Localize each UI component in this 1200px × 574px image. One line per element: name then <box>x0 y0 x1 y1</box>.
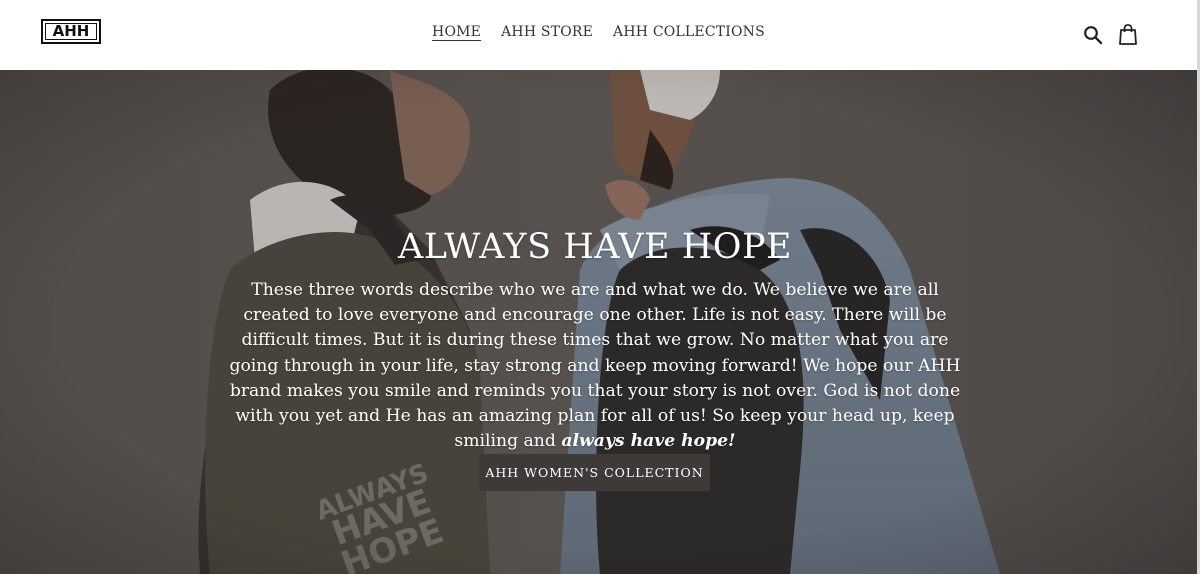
hero-banner: ALWAYS HAVE HOPE ALWAYS HAVE HOPE These … <box>0 70 1197 574</box>
hero-title: ALWAYS HAVE HOPE <box>397 227 793 267</box>
nav-ahh-collections[interactable]: AHH COLLECTIONS <box>613 24 765 42</box>
hero-description-main: These three words describe who we are an… <box>229 280 961 452</box>
nav-home[interactable]: HOME <box>432 24 481 42</box>
search-icon[interactable] <box>1083 25 1103 45</box>
nav-ahh-store[interactable]: AHH STORE <box>501 24 593 42</box>
shopping-bag-icon[interactable] <box>1118 24 1138 45</box>
main-nav: HOME AHH STORE AHH COLLECTIONS <box>0 24 1197 42</box>
hero-description-emphasis: always have hope! <box>561 431 736 452</box>
site-header: AHH HOME AHH STORE AHH COLLECTIONS <box>0 0 1197 70</box>
hero-description: These three words describe who we are an… <box>222 278 968 454</box>
womens-collection-button[interactable]: AHH WOMEN'S COLLECTION <box>479 454 710 491</box>
